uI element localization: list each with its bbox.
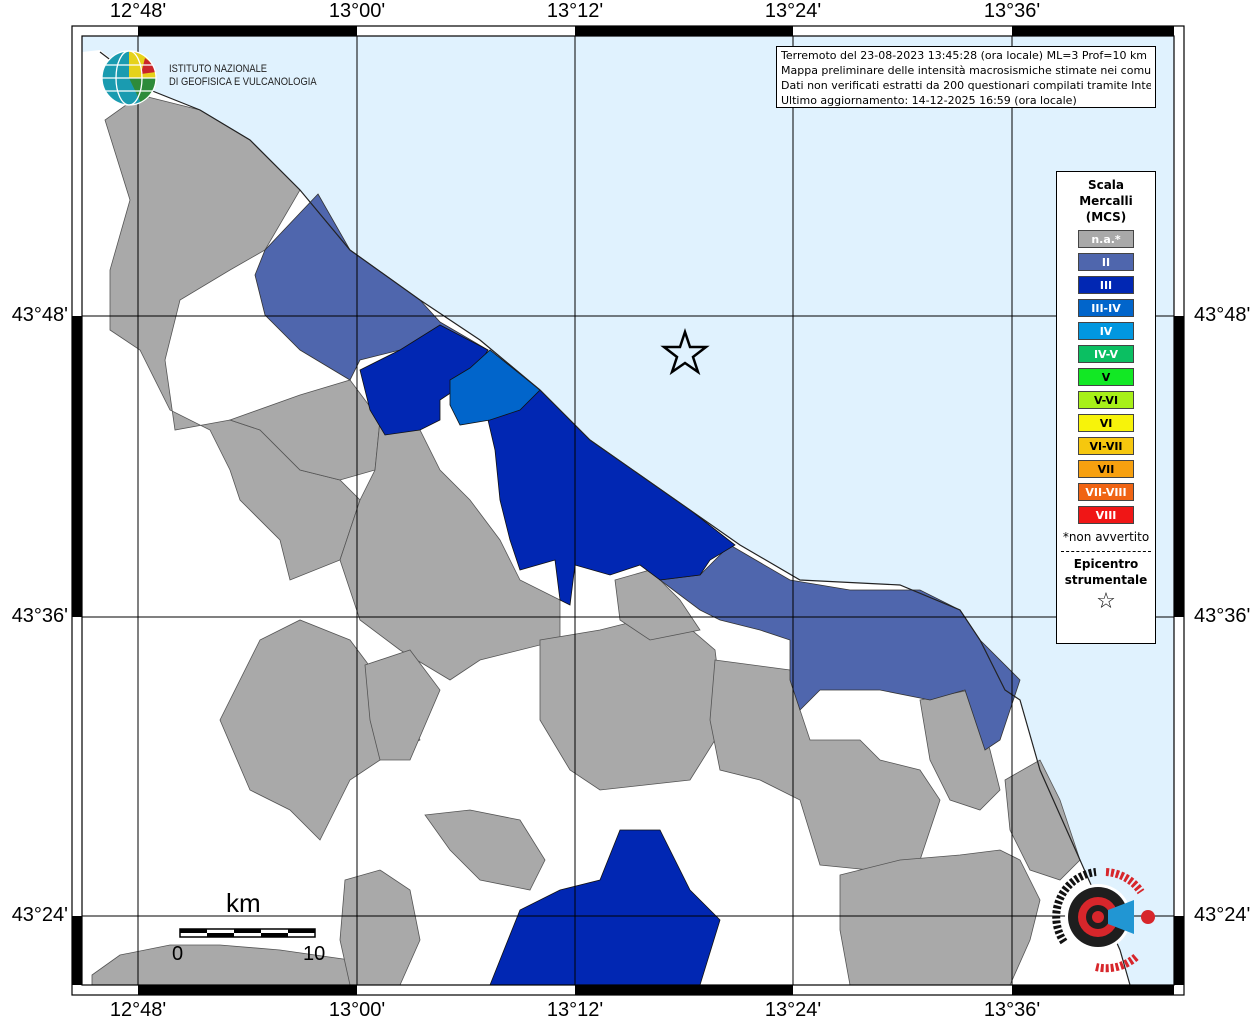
legend-swatch: V-VI <box>1078 391 1134 409</box>
event-info-line-2: Mappa preliminare delle intensità macros… <box>781 64 1151 77</box>
legend-title-line-1: Scala <box>1087 178 1125 192</box>
lat-label-right-3: 43°24' <box>1194 904 1251 926</box>
legend-title: Scala Mercalli (MCS) <box>1057 177 1155 225</box>
legend-epicentre-label: Epicentro strumentale <box>1057 556 1155 588</box>
lon-label-bottom-2: 13°00' <box>328 999 386 1021</box>
event-info-box: Terremoto del 23-08-2023 13:45:28 (ora l… <box>776 46 1156 108</box>
legend-title-line-2: Mercalli <box>1079 194 1133 208</box>
legend-swatch: III <box>1078 276 1134 294</box>
legend-na-note: *non avvertito <box>1062 530 1150 544</box>
legend-swatch: VIII <box>1078 506 1134 524</box>
lat-label-left-1: 43°48' <box>11 304 68 326</box>
legend-swatch: VI <box>1078 414 1134 432</box>
haisentitoilterremoto-logo <box>1052 868 1155 973</box>
ingv-name: ISTITUTO NAZIONALE DI GEOFISICA E VULCAN… <box>169 63 317 89</box>
legend-swatch: VII <box>1078 460 1134 478</box>
lat-label-left-2: 43°36' <box>11 605 68 627</box>
legend-separator <box>1061 551 1151 552</box>
legend-swatch: IV <box>1078 322 1134 340</box>
lat-label-right-1: 43°48' <box>1194 304 1251 326</box>
legend-swatch: VII-VIII <box>1078 483 1134 501</box>
scale-bar-end-label: 10 <box>303 943 326 965</box>
legend-swatches: n.a.* II III III-IV IV IV-V V V-VI VI VI-VII VII VI… <box>1057 230 1155 524</box>
legend-epicentre-line-1: Epicentro <box>1073 557 1139 571</box>
legend-swatch: V <box>1078 368 1134 386</box>
legend-swatch: III-IV <box>1078 299 1134 317</box>
lon-label-top-4: 13°24' <box>764 0 822 22</box>
scale-bar-start-label: 0 <box>172 943 184 965</box>
lon-label-top-1: 12°48' <box>109 0 167 22</box>
mcs-legend: Scala Mercalli (MCS) n.a.* II III III-IV IV I… <box>1056 171 1156 644</box>
scale-bar <box>179 928 316 938</box>
lat-label-left-3: 43°24' <box>11 904 68 926</box>
lon-label-bottom-3: 13°12' <box>546 999 604 1021</box>
event-info-line-4: Ultimo aggiornamento: 14-12-2025 16:59 (… <box>781 94 1077 107</box>
legend-swatch: IV-V <box>1078 345 1134 363</box>
lon-label-bottom-5: 13°36' <box>983 999 1041 1021</box>
legend-epicentre-line-2: strumentale <box>1064 573 1148 587</box>
lat-label-right-2: 43°36' <box>1194 605 1251 627</box>
ingv-globe-logo <box>101 50 157 106</box>
scale-bar-unit: km <box>226 888 261 918</box>
legend-epicentre-star-icon: ☆ <box>1096 589 1116 614</box>
event-info-line-1: Terremoto del 23-08-2023 13:45:28 (ora l… <box>781 49 1148 62</box>
legend-swatch: n.a.* <box>1078 230 1134 248</box>
lon-label-bottom-4: 13°24' <box>764 999 822 1021</box>
ingv-name-line-1: ISTITUTO NAZIONALE <box>169 63 268 75</box>
lon-label-top-5: 13°36' <box>983 0 1041 22</box>
lon-label-bottom-1: 12°48' <box>109 999 167 1021</box>
lon-label-top-3: 13°12' <box>546 0 604 22</box>
event-info-line-3: Dati non verificati estratti da 200 ques… <box>781 79 1151 92</box>
legend-swatch: VI-VII <box>1078 437 1134 455</box>
legend-title-line-3: (MCS) <box>1085 210 1127 224</box>
ingv-name-line-2: DI GEOFISICA E VULCANOLOGIA <box>169 76 317 88</box>
legend-swatch: II <box>1078 253 1134 271</box>
lon-label-top-2: 13°00' <box>328 0 386 22</box>
